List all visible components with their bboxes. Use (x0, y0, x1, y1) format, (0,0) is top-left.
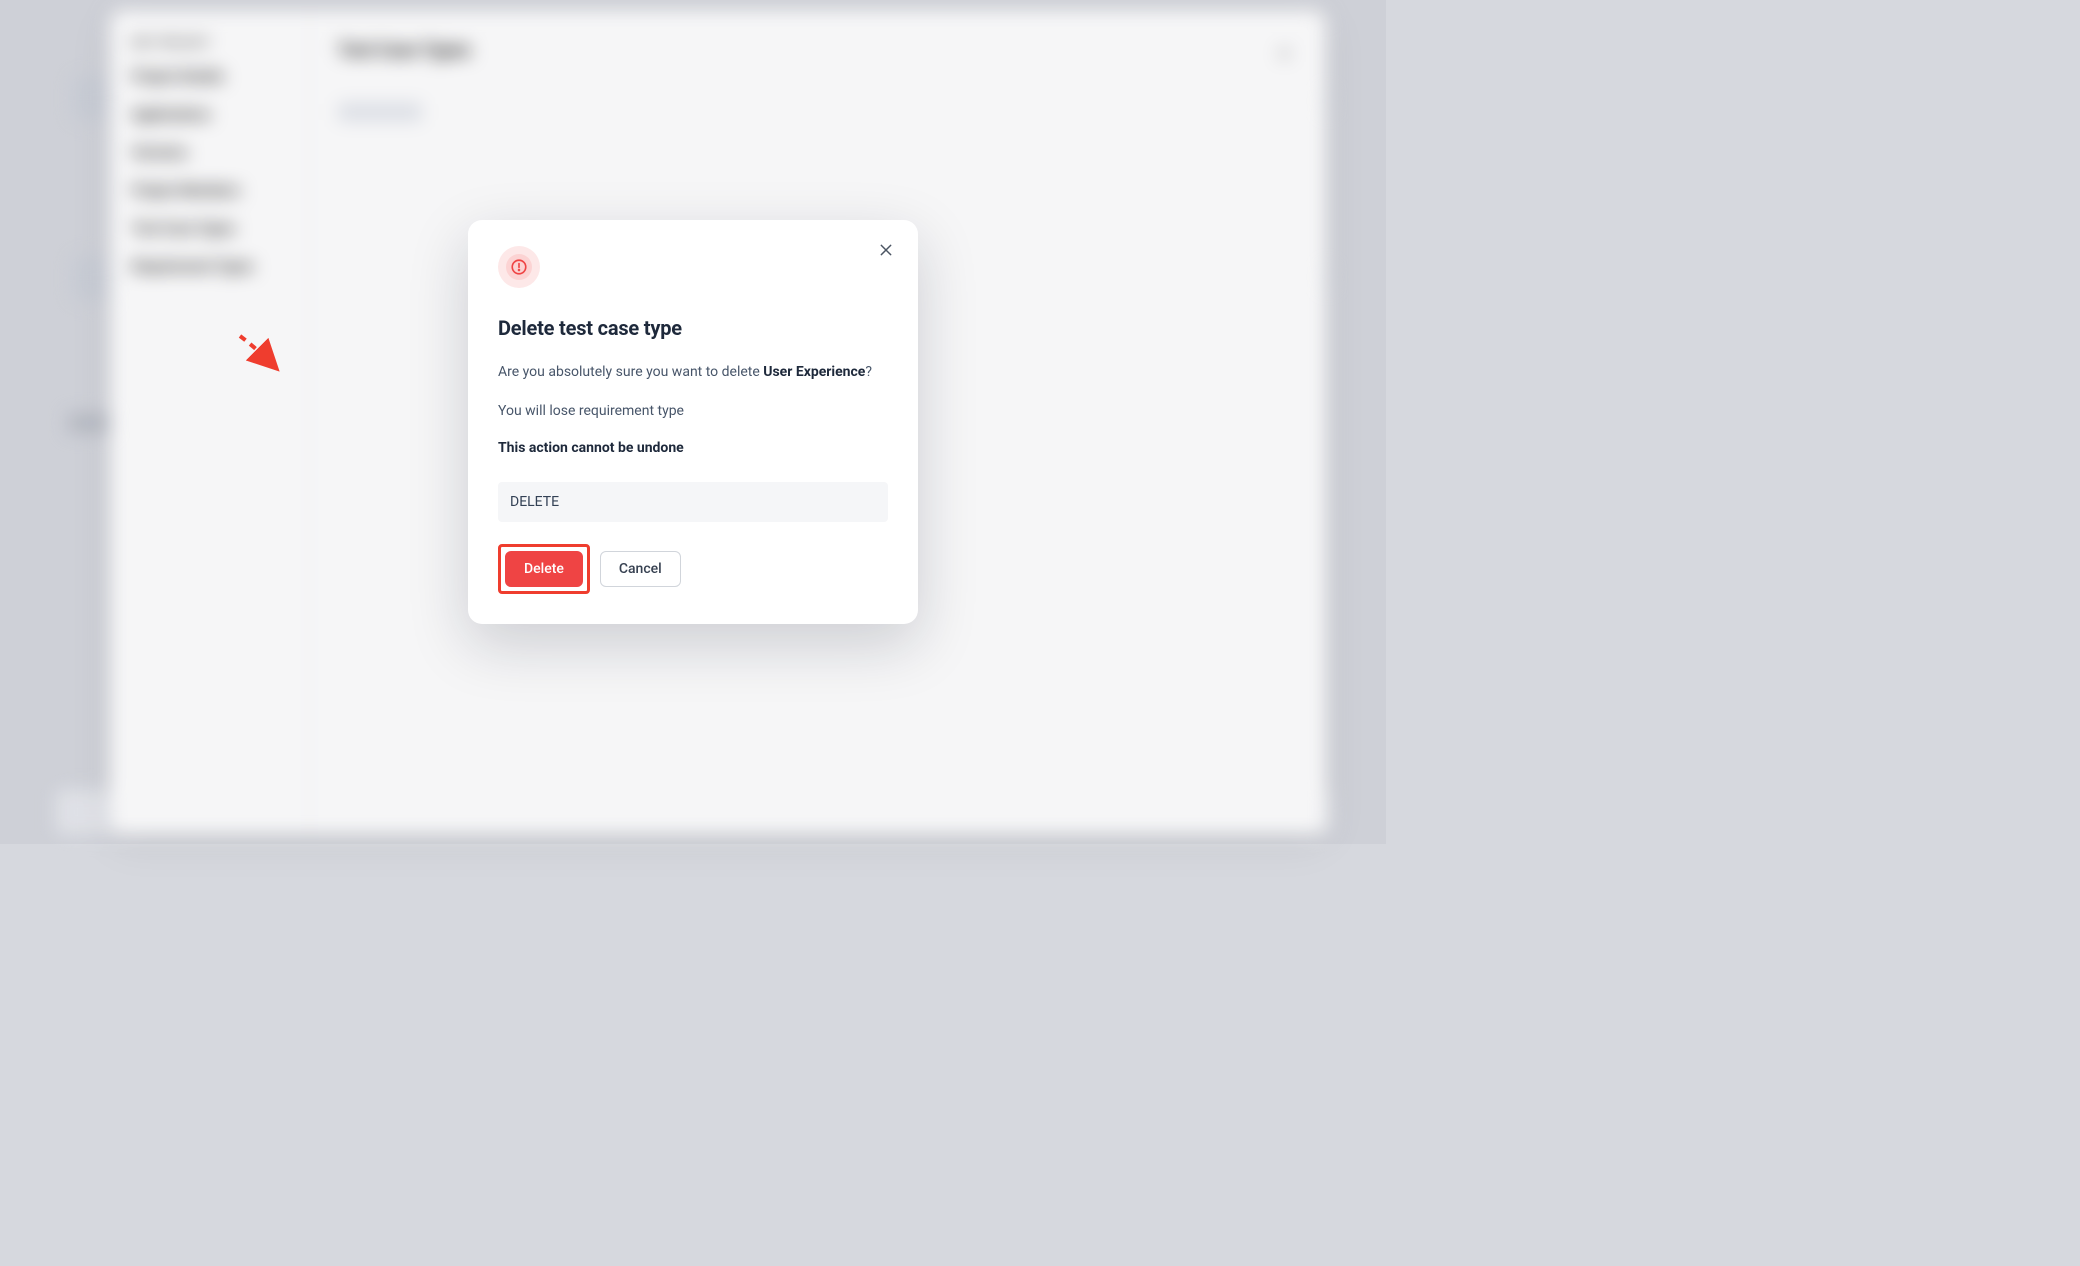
close-icon (878, 242, 894, 258)
alert-circle-icon (510, 258, 528, 276)
delete-confirm-modal: Delete test case type Are you absolutely… (468, 220, 918, 624)
confirm-prefix: Are you absolutely sure you want to dele… (498, 364, 763, 380)
confirm-target-name: User Experience (763, 364, 865, 380)
modal-confirm-text: Are you absolutely sure you want to dele… (498, 362, 888, 383)
delete-highlight-annotation: Delete (498, 544, 590, 594)
modal-effect-text: You will lose requirement type (498, 401, 888, 422)
modal-button-row: Delete Cancel (498, 544, 888, 594)
modal-warning-text: This action cannot be undone (498, 440, 888, 456)
cancel-button[interactable]: Cancel (600, 551, 681, 587)
alert-icon-container (498, 246, 540, 288)
modal-close-button[interactable] (874, 238, 898, 262)
delete-button[interactable]: Delete (505, 551, 583, 587)
modal-title: Delete test case type (498, 316, 888, 340)
confirm-suffix: ? (865, 364, 872, 380)
confirm-input[interactable] (498, 482, 888, 522)
